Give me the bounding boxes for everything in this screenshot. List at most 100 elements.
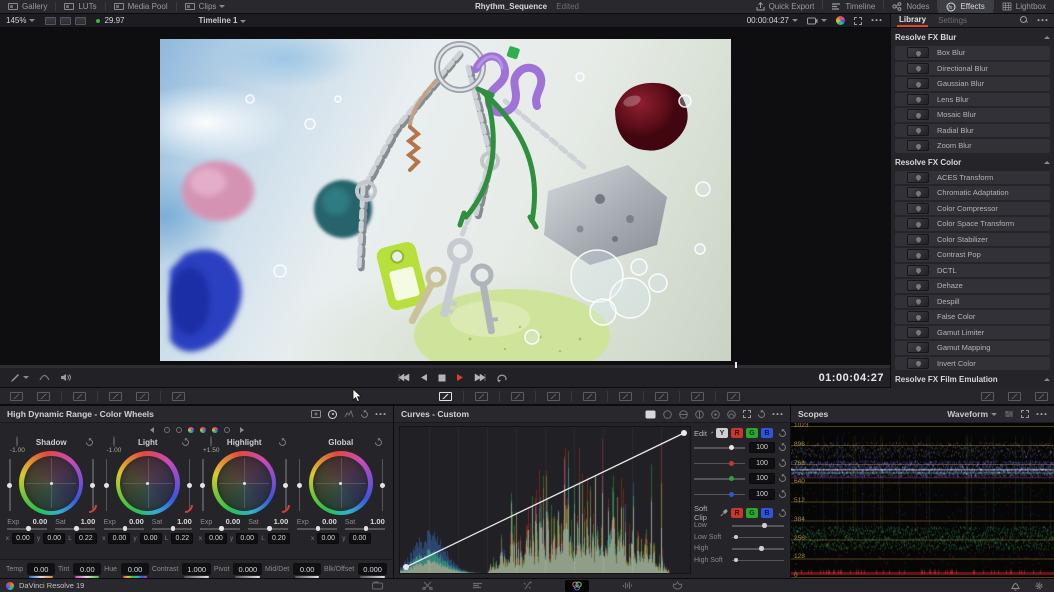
- fx-item[interactable]: Gamut Mapping: [895, 341, 1050, 355]
- wheel-page-dot[interactable]: [212, 427, 218, 433]
- options-icon[interactable]: [772, 413, 783, 415]
- reset-panel-icon[interactable]: [360, 409, 370, 419]
- scope-mode-select[interactable]: Waveform: [947, 409, 997, 419]
- exposure-slider[interactable]: [299, 459, 301, 511]
- fx-item[interactable]: Directional Blur: [895, 62, 1050, 76]
- saturation-slider[interactable]: [382, 459, 384, 511]
- fx-item[interactable]: Chromatic Adaptation: [895, 186, 1050, 200]
- fx-item[interactable]: False Color: [895, 310, 1050, 324]
- channel-gain-value[interactable]: 100: [749, 473, 775, 484]
- channel-gain-value[interactable]: 100: [749, 489, 775, 500]
- expand-icon[interactable]: [854, 17, 862, 25]
- wheel-page-dot[interactable]: [164, 427, 170, 433]
- eyedropper-icon[interactable]: [710, 428, 713, 438]
- expand-icon[interactable]: [743, 410, 751, 418]
- fx-item[interactable]: DCTL: [895, 264, 1050, 278]
- target-icon[interactable]: [328, 410, 337, 419]
- fx-section-header-blur[interactable]: Resolve FX Blur: [895, 31, 1050, 44]
- hue-control[interactable]: Hue0.00: [104, 563, 149, 575]
- fx-item[interactable]: Mosaic Blur: [895, 108, 1050, 122]
- timeline-button[interactable]: Timeline: [823, 0, 883, 13]
- fx-item[interactable]: Radial Blur: [895, 124, 1050, 138]
- x-value[interactable]: 0.00: [108, 533, 130, 544]
- settings-gear-icon[interactable]: [1034, 581, 1044, 591]
- sat-control[interactable]: Sat1.00: [248, 517, 288, 530]
- reset-icon[interactable]: [778, 474, 788, 484]
- zone-control[interactable]: -1.00: [107, 437, 122, 454]
- rgb-mixer-palette-button[interactable]: [136, 392, 149, 401]
- hue-vs-lum-icon[interactable]: [695, 410, 704, 419]
- stop-button[interactable]: [438, 374, 446, 382]
- exposure-slider[interactable]: [106, 459, 108, 511]
- contrast-control[interactable]: Contrast1.000: [152, 563, 211, 575]
- zone-control[interactable]: +1.50: [203, 437, 219, 454]
- color-match-palette-button[interactable]: [37, 392, 50, 401]
- exposure-slider[interactable]: [202, 459, 204, 511]
- tab-library[interactable]: Library: [897, 14, 928, 27]
- reset-icon[interactable]: [778, 489, 788, 499]
- hue-vs-sat-icon[interactable]: [679, 410, 688, 419]
- x-value[interactable]: 0.00: [12, 533, 34, 544]
- camera-select[interactable]: [807, 17, 827, 25]
- fx-section-header-film[interactable]: Resolve FX Film Emulation: [895, 373, 1050, 386]
- curves-palette-button[interactable]: [439, 392, 452, 401]
- wheels-prev-icon[interactable]: [150, 427, 154, 433]
- channel-gain-value[interactable]: 100: [749, 442, 775, 453]
- channel-button[interactable]: R: [731, 428, 743, 438]
- channel-gain-slider[interactable]: [694, 463, 745, 465]
- page-edit-button[interactable]: [465, 580, 489, 592]
- sat-control[interactable]: Sat1.00: [152, 517, 192, 530]
- temp-control[interactable]: Temp0.00: [6, 563, 55, 575]
- fx-item[interactable]: Zoom Blur: [895, 139, 1050, 153]
- audio-mute-button[interactable]: [60, 373, 71, 382]
- channel-gain-slider[interactable]: [694, 478, 745, 480]
- pivot-control[interactable]: Pivot0.000: [214, 563, 262, 575]
- clip-timecode-select[interactable]: 00:00:04:27: [747, 16, 798, 25]
- lum-value[interactable]: 0.20: [268, 533, 290, 544]
- channel-gain-slider[interactable]: [694, 447, 745, 449]
- fx-section-header-color[interactable]: Resolve FX Color: [895, 156, 1050, 169]
- tab-settings[interactable]: Settings: [938, 16, 967, 25]
- histogram-icon[interactable]: [344, 410, 354, 418]
- gallery-button[interactable]: Gallery: [0, 0, 55, 13]
- wheel-page-dot[interactable]: [200, 427, 206, 433]
- fx-item[interactable]: Gaussian Blur: [895, 77, 1050, 91]
- curve-graph[interactable]: [399, 426, 691, 574]
- reset-icon[interactable]: [778, 443, 788, 453]
- draw-tool-button[interactable]: [10, 373, 29, 383]
- step-back-button[interactable]: [420, 373, 428, 382]
- page-color-button[interactable]: [565, 580, 589, 592]
- power-window-palette-button[interactable]: [547, 392, 560, 401]
- search-icon[interactable]: [1020, 16, 1029, 25]
- channel-gain-slider[interactable]: [694, 494, 745, 496]
- y-value[interactable]: 0.00: [349, 533, 371, 544]
- lum-value[interactable]: 0.22: [171, 533, 193, 544]
- channel-button[interactable]: B: [761, 428, 773, 438]
- motion-effects-palette-button[interactable]: [172, 392, 185, 401]
- options-icon[interactable]: [375, 413, 386, 415]
- fx-item[interactable]: Invert Color: [895, 357, 1050, 371]
- nodes-button[interactable]: Nodes: [884, 0, 937, 13]
- notifications-icon[interactable]: [1011, 581, 1020, 591]
- scope-settings-icon[interactable]: [1004, 410, 1014, 418]
- info-panel-button[interactable]: [1035, 392, 1048, 401]
- play-button[interactable]: [456, 373, 464, 382]
- expand-icon[interactable]: [1021, 410, 1029, 418]
- channel-gain-value[interactable]: 100: [749, 458, 775, 469]
- page-fusion-button[interactable]: [515, 580, 539, 592]
- options-icon[interactable]: [1037, 19, 1048, 21]
- scopes-panel-button[interactable]: [1008, 392, 1021, 401]
- clips-button[interactable]: Clips: [177, 0, 234, 13]
- color-wheel[interactable]: [19, 451, 83, 515]
- color-viewer-icon[interactable]: [836, 16, 845, 25]
- fx-item[interactable]: ACES Transform: [895, 171, 1050, 185]
- soft-clip-slider[interactable]: [732, 560, 784, 562]
- zone-control[interactable]: -1.00: [10, 437, 25, 454]
- fx-item[interactable]: Color Compressor: [895, 202, 1050, 216]
- fx-item[interactable]: Color Stabilizer: [895, 233, 1050, 247]
- fx-item[interactable]: Lens Blur: [895, 93, 1050, 107]
- quick-export-button[interactable]: Quick Export: [748, 0, 823, 13]
- reset-icon[interactable]: [778, 458, 788, 468]
- exp-control[interactable]: Exp0.00: [104, 517, 144, 530]
- color-wheel[interactable]: [309, 451, 373, 515]
